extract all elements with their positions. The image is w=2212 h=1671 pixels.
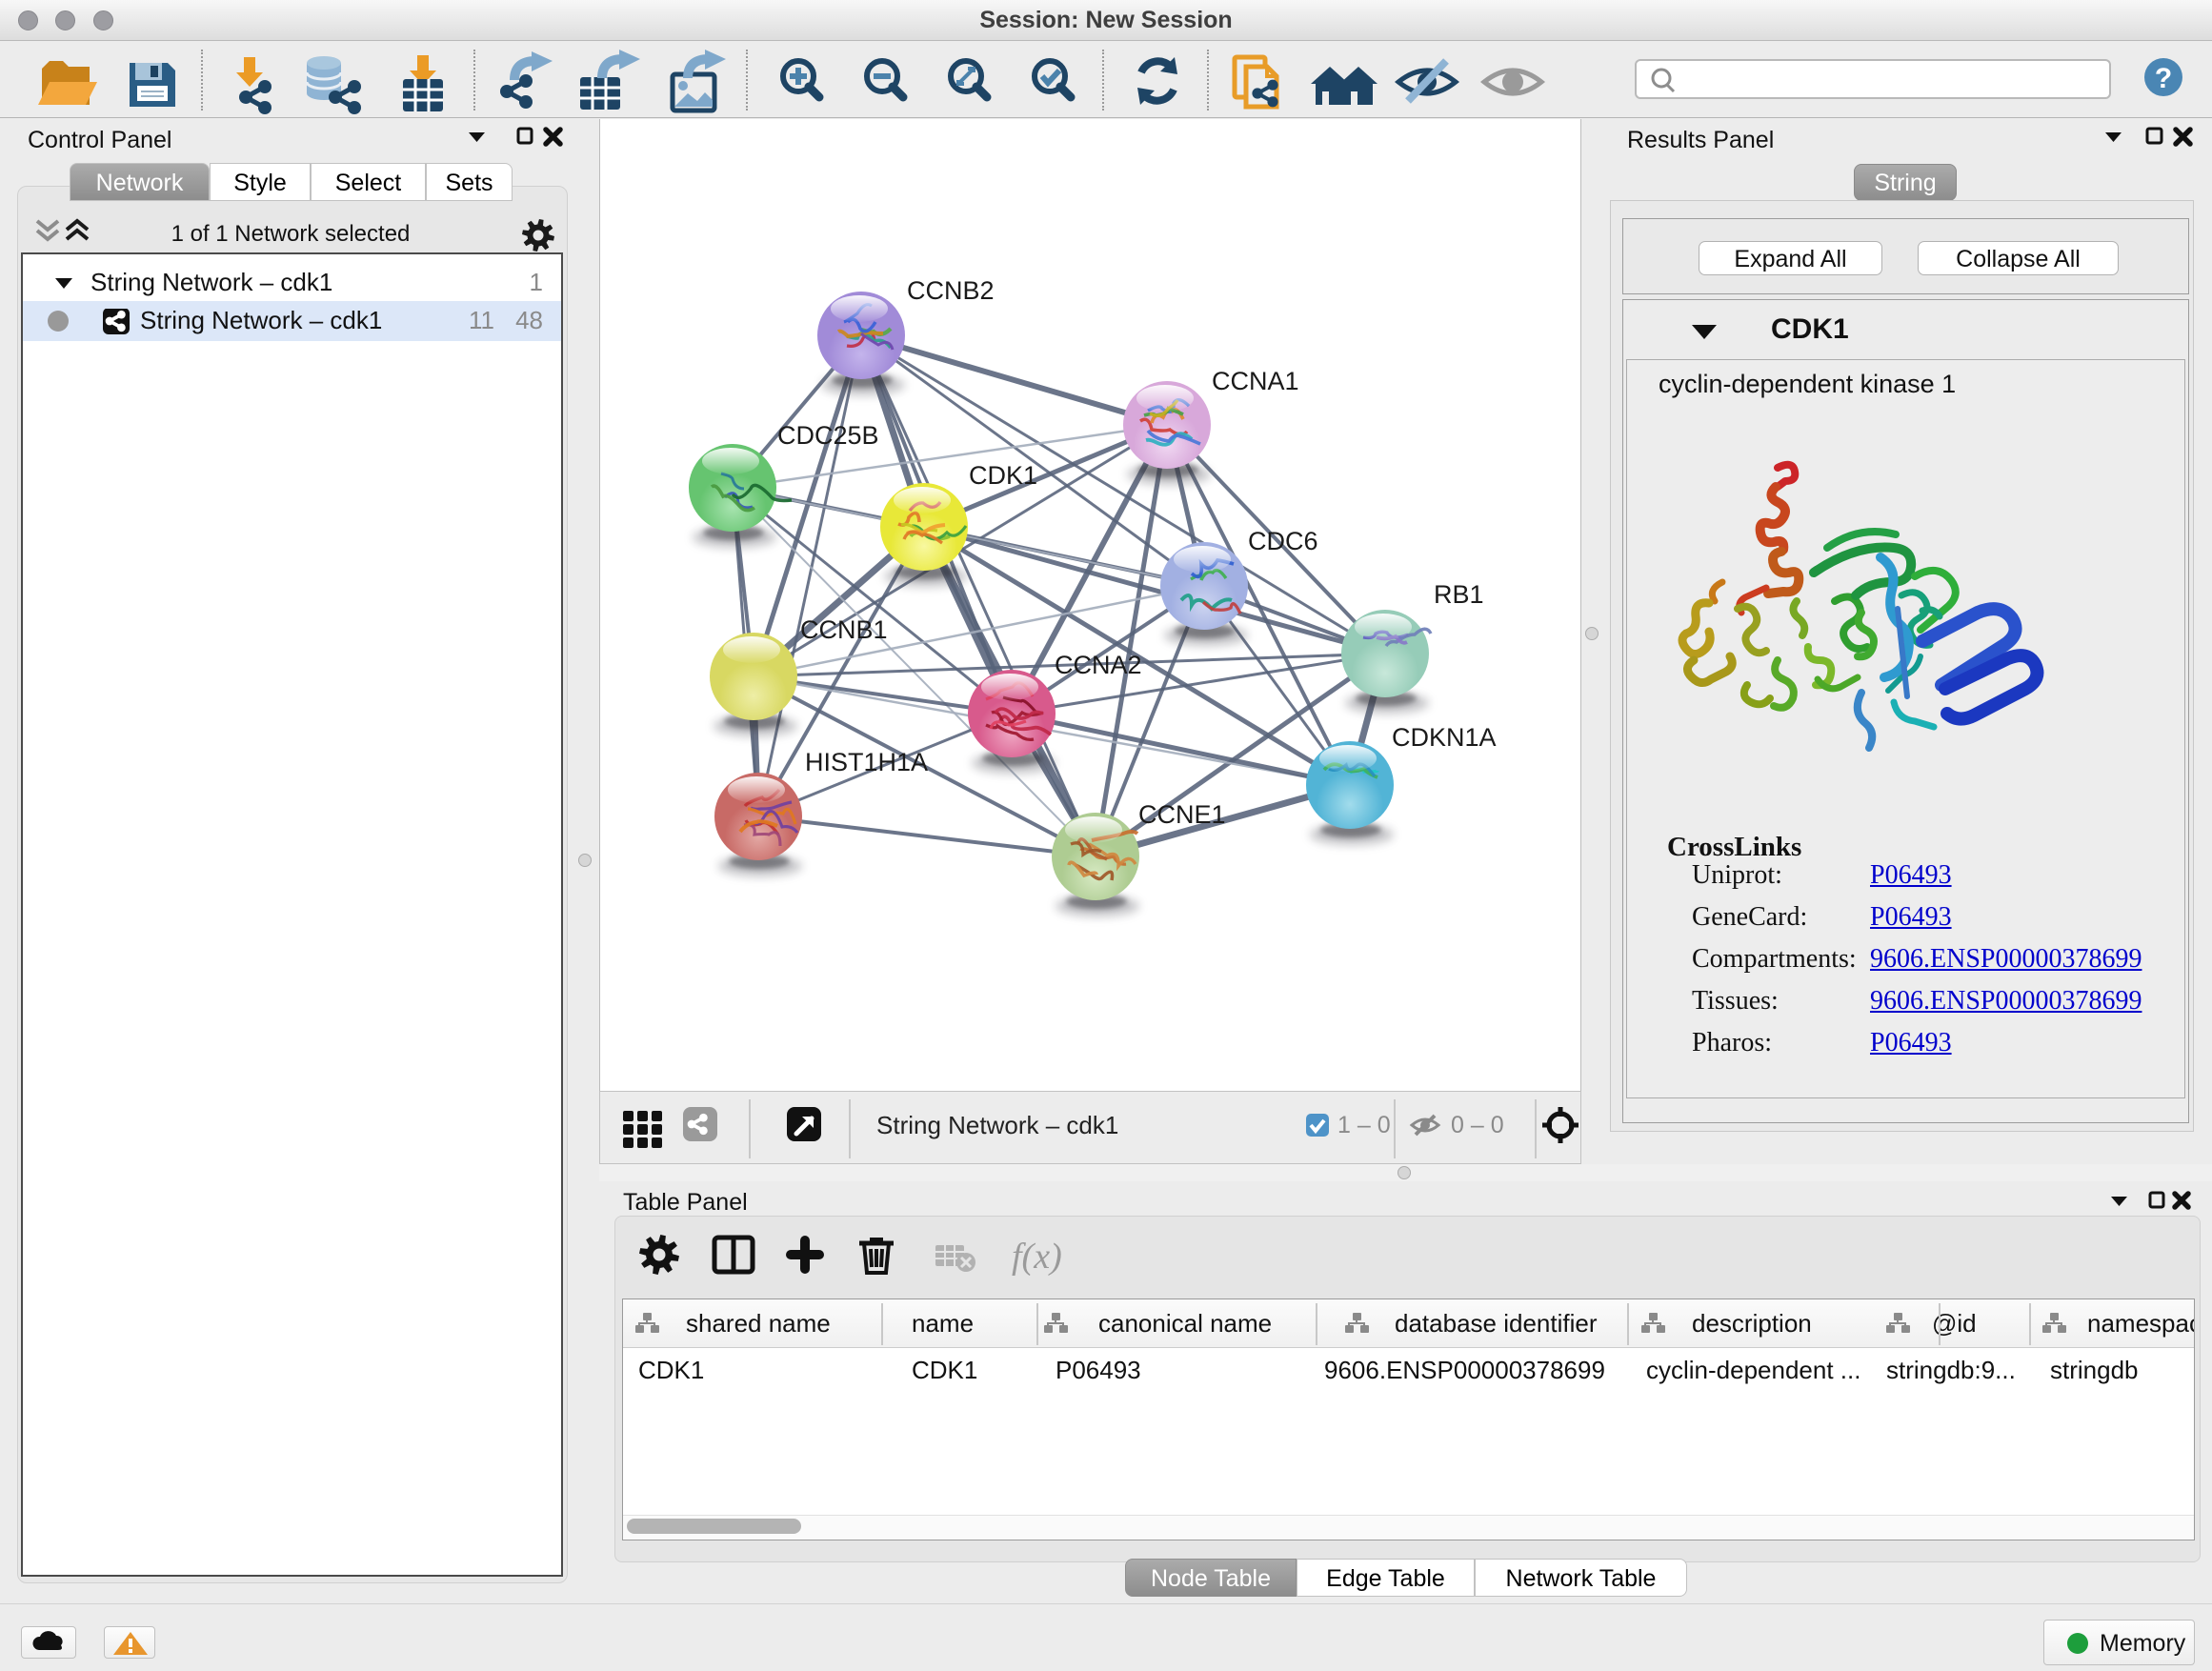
svg-text:CCNE1: CCNE1 (1138, 800, 1226, 829)
svg-text:CCNA1: CCNA1 (1212, 367, 1299, 395)
svg-text:CDC6: CDC6 (1248, 527, 1318, 555)
svg-text:CCNA2: CCNA2 (1055, 651, 1142, 679)
svg-text:CDK1: CDK1 (969, 461, 1037, 490)
svg-text:RB1: RB1 (1434, 580, 1484, 609)
svg-text:String Network – cdk1: String Network – cdk1 (876, 1111, 1118, 1139)
svg-text:database identifier: database identifier (1395, 1309, 1598, 1338)
svg-text:HIST1H1A: HIST1H1A (805, 748, 928, 776)
svg-text:namespace: namespace (2087, 1309, 2194, 1338)
svg-text:shared name: shared name (686, 1309, 831, 1338)
svg-text:0 – 0: 0 – 0 (1451, 1112, 1504, 1138)
svg-text:?: ? (2155, 63, 2172, 94)
svg-text:canonical name: canonical name (1098, 1309, 1272, 1338)
svg-text:description: description (1692, 1309, 1812, 1338)
svg-text:f(x): f(x) (1012, 1237, 1062, 1277)
svg-text:@id: @id (1932, 1309, 1977, 1338)
svg-text:1 – 0: 1 – 0 (1337, 1112, 1391, 1138)
svg-text:CCNB1: CCNB1 (800, 615, 888, 644)
svg-text:CDC25B: CDC25B (777, 421, 879, 450)
svg-text:name: name (912, 1309, 974, 1338)
svg-text:CCNB2: CCNB2 (907, 276, 995, 305)
svg-text:CDKN1A: CDKN1A (1392, 723, 1497, 752)
